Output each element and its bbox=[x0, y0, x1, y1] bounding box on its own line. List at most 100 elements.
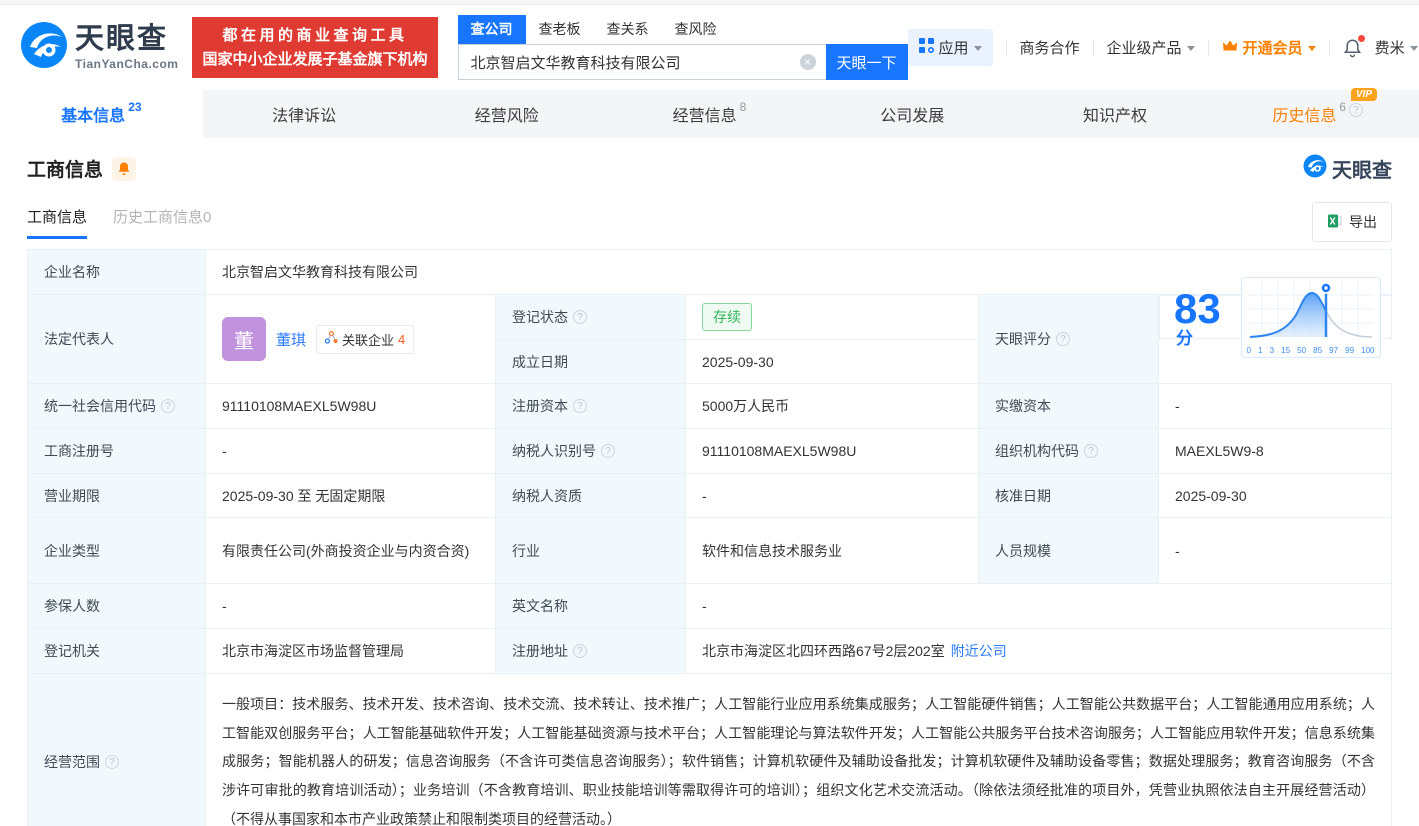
chevron-down-icon bbox=[974, 46, 982, 51]
field-value-reg-authority: 北京市海淀区市场监督管理局 bbox=[206, 629, 496, 674]
tab-legal-litigation[interactable]: 法律诉讼 bbox=[203, 90, 406, 138]
tab-label: 基本信息 bbox=[61, 102, 125, 126]
search-input[interactable] bbox=[458, 44, 826, 80]
help-icon[interactable] bbox=[1349, 103, 1363, 117]
tab-operation-risk[interactable]: 经营风险 bbox=[405, 90, 608, 138]
section-head: 工商信息 天眼查 bbox=[0, 138, 1419, 191]
table-row: 法定代表人 董 董琪 关联企业 bbox=[28, 295, 1392, 340]
subtab-business-registration[interactable]: 工商信息 bbox=[27, 206, 87, 239]
nav-user[interactable]: 费米 bbox=[1375, 37, 1418, 58]
field-label-taxpayer-quality: 纳税人资质 bbox=[496, 474, 686, 518]
user-nav: 应用 商务合作 企业级产品 开通会员 bbox=[908, 29, 1418, 66]
score-axis-tick: 3 bbox=[1270, 346, 1274, 355]
tab-label: 公司发展 bbox=[880, 102, 944, 126]
field-label-establish-date: 成立日期 bbox=[496, 340, 686, 384]
help-icon[interactable] bbox=[1084, 444, 1098, 458]
search-tab-boss[interactable]: 查老板 bbox=[526, 15, 594, 44]
tab-intellectual-property[interactable]: 知识产权 bbox=[1014, 90, 1217, 138]
nav-open-vip[interactable]: 开通会员 bbox=[1222, 37, 1316, 58]
tab-count: 23 bbox=[128, 100, 141, 114]
tianyancha-logo-icon bbox=[20, 21, 68, 74]
field-value-establish-date: 2025-09-30 bbox=[686, 340, 979, 384]
help-icon[interactable] bbox=[573, 399, 587, 413]
field-label-company-name: 企业名称 bbox=[28, 250, 206, 295]
business-scope-text: 一般项目：技术服务、技术开发、技术咨询、技术交流、技术转让、技术推广；人工智能行… bbox=[222, 690, 1375, 826]
score-axis-ticks: 0131550859799100 bbox=[1246, 346, 1376, 355]
field-label-legal-rep: 法定代表人 bbox=[28, 295, 206, 384]
tab-label: 经营风险 bbox=[475, 102, 539, 126]
chevron-down-icon bbox=[1187, 46, 1195, 51]
field-value-business-term: 2025-09-30 至 无固定期限 bbox=[206, 474, 496, 518]
vip-badge: VIP bbox=[1351, 88, 1377, 101]
help-icon[interactable] bbox=[573, 644, 587, 658]
field-label-business-term: 营业期限 bbox=[28, 474, 206, 518]
field-value-insured-count: - bbox=[206, 584, 496, 629]
field-label-insured-count: 参保人数 bbox=[28, 584, 206, 629]
legal-rep-avatar[interactable]: 董 bbox=[222, 317, 266, 361]
nav-username: 费米 bbox=[1375, 37, 1405, 58]
top-header: 天眼查 TianYanCha.com 都在用的商业查询工具 国家中小企业发展子基… bbox=[0, 5, 1419, 90]
field-value-score: 83分 bbox=[1159, 295, 1392, 339]
field-label-reg-address: 注册地址 bbox=[496, 629, 686, 674]
field-label-text: 统一社会信用代码 bbox=[44, 396, 156, 416]
chevron-down-icon bbox=[1410, 46, 1418, 51]
org-graph-icon bbox=[325, 331, 338, 347]
nav-enterprise[interactable]: 企业级产品 bbox=[1107, 37, 1195, 58]
help-icon[interactable] bbox=[1056, 332, 1070, 346]
nav-divider bbox=[1006, 40, 1007, 56]
watermark-text: 天眼查 bbox=[1332, 154, 1392, 183]
field-value-business-scope: 一般项目：技术服务、技术开发、技术咨询、技术交流、技术转让、技术推广；人工智能行… bbox=[206, 674, 1392, 826]
table-row: 经营范围 一般项目：技术服务、技术开发、技术咨询、技术交流、技术转让、技术推广；… bbox=[28, 674, 1392, 826]
help-icon[interactable] bbox=[105, 755, 119, 769]
score-axis-tick: 100 bbox=[1361, 346, 1374, 355]
help-icon[interactable] bbox=[601, 444, 615, 458]
score-axis-tick: 97 bbox=[1329, 346, 1338, 355]
field-label-reg-number: 工商注册号 bbox=[28, 429, 206, 474]
table-row: 企业类型 有限责任公司(外商投资企业与内资合资) 行业 软件和信息技术服务业 人… bbox=[28, 518, 1392, 584]
nearby-companies-link[interactable]: 附近公司 bbox=[951, 643, 1007, 659]
search-tab-company[interactable]: 查公司 bbox=[458, 15, 526, 44]
field-label-score: 天眼评分 bbox=[979, 295, 1159, 384]
field-value-org-code: MAEXL5W9-8 bbox=[1159, 429, 1392, 474]
score-distribution-chart: 0131550859799100 bbox=[1241, 277, 1381, 358]
tab-history-info[interactable]: 历史信息 6 VIP bbox=[1216, 90, 1419, 138]
logo-text: 天眼查 TianYanCha.com bbox=[75, 25, 178, 71]
tab-label: 法律诉讼 bbox=[272, 102, 336, 126]
field-label-approval-date: 核准日期 bbox=[979, 474, 1159, 518]
table-row: 登记机关 北京市海淀区市场监督管理局 注册地址 北京市海淀区北四环西路67号2层… bbox=[28, 629, 1392, 674]
nav-apps[interactable]: 应用 bbox=[908, 29, 993, 66]
export-button[interactable]: 导出 bbox=[1312, 202, 1392, 242]
field-value-legal-rep: 董 董琪 关联企业 4 bbox=[206, 295, 496, 384]
tab-basic-info[interactable]: 基本信息 23 bbox=[0, 90, 203, 138]
related-companies-label: 关联企业 bbox=[342, 330, 394, 349]
help-icon[interactable] bbox=[573, 310, 587, 324]
field-label-industry: 行业 bbox=[496, 518, 686, 584]
nav-apps-label: 应用 bbox=[939, 37, 969, 58]
search-tab-risk[interactable]: 查风险 bbox=[662, 15, 730, 44]
chevron-down-icon bbox=[1308, 46, 1316, 51]
logo-title: 天眼查 bbox=[75, 25, 178, 54]
search-button[interactable]: 天眼一下 bbox=[826, 44, 908, 80]
tab-company-development[interactable]: 公司发展 bbox=[811, 90, 1014, 138]
related-companies-badge[interactable]: 关联企业 4 bbox=[316, 325, 414, 354]
clear-icon[interactable] bbox=[800, 54, 816, 70]
tianyancha-logo[interactable]: 天眼查 TianYanCha.com bbox=[20, 21, 178, 74]
notification-bell[interactable] bbox=[1343, 38, 1362, 58]
slogan-banner: 都在用的商业查询工具 国家中小企业发展子基金旗下机构 bbox=[192, 17, 437, 78]
reg-address-text: 北京市海淀区北四环西路67号2层202室 bbox=[702, 643, 945, 659]
search-area: 查公司 查老板 查关系 查风险 天眼一下 bbox=[458, 15, 908, 80]
score-axis-tick: 50 bbox=[1297, 346, 1306, 355]
search-tab-relation[interactable]: 查关系 bbox=[594, 15, 662, 44]
nav-cooperation[interactable]: 商务合作 bbox=[1020, 37, 1080, 58]
tab-business-info[interactable]: 经营信息8 bbox=[608, 90, 811, 138]
slogan-line1: 都在用的商业查询工具 bbox=[202, 24, 427, 47]
monitor-bell-button[interactable] bbox=[112, 157, 136, 181]
tab-label: 历史信息 bbox=[1272, 102, 1336, 126]
legal-rep-name-link[interactable]: 董琪 bbox=[276, 329, 306, 350]
help-icon[interactable] bbox=[161, 399, 175, 413]
field-label-text: 注册地址 bbox=[512, 641, 568, 661]
subtab-history-registration[interactable]: 历史工商信息0 bbox=[113, 206, 211, 239]
table-row: 参保人数 - 英文名称 - bbox=[28, 584, 1392, 629]
field-value-reg-capital: 5000万人民币 bbox=[686, 384, 979, 429]
related-companies-count: 4 bbox=[398, 332, 405, 347]
